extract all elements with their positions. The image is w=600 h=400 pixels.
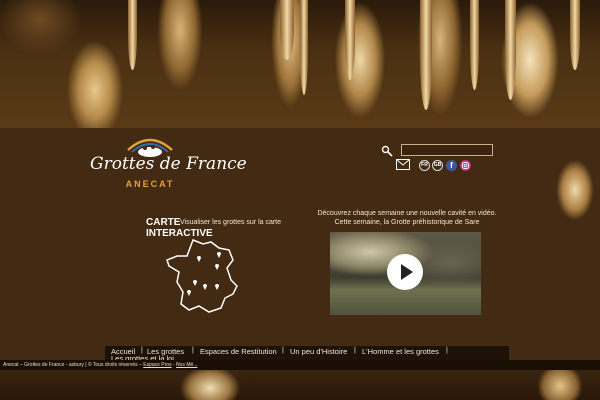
site-logo[interactable]: Grottes de France ANECAT: [90, 132, 247, 192]
nav-item-espaces-restitution[interactable]: Espaces de Restitution: [200, 347, 277, 356]
video-caption-line1: Découvrez chaque semaine une nouvelle ca…: [317, 210, 497, 217]
nav-separator: |: [282, 347, 284, 354]
instagram-icon[interactable]: [460, 160, 471, 171]
stalactite: [470, 0, 479, 90]
stalactite: [345, 0, 355, 80]
france-map-icon[interactable]: [163, 236, 243, 316]
stalactite: [128, 0, 137, 70]
logo-title: Grottes de France: [90, 154, 247, 174]
footer-copyright: Anecat – Grottes de France - asbury | © …: [3, 362, 142, 368]
cave-side-decoration: [545, 150, 600, 230]
video-caption: Découvrez chaque semaine une nouvelle ca…: [300, 209, 514, 227]
footer-link-espace-pros[interactable]: Espace Pros: [143, 362, 171, 368]
cave-header-image: [0, 0, 600, 128]
stalactite: [570, 0, 580, 70]
footer-text: Anecat – Grottes de France - asbury | © …: [3, 362, 197, 368]
stalactite: [420, 0, 432, 110]
cave-footer-image: [0, 368, 600, 400]
stalactite: [505, 0, 516, 100]
nav-separator: |: [354, 347, 356, 354]
nav-separator: |: [446, 347, 448, 354]
mail-icon[interactable]: [396, 159, 410, 170]
language-gb-button[interactable]: GB: [432, 160, 443, 171]
nav-item-homme-grottes[interactable]: L'Homme et les grottes: [362, 347, 439, 356]
facebook-icon[interactable]: f: [446, 160, 457, 171]
carte-description[interactable]: Visualiser les grottes sur la carte: [180, 219, 281, 226]
logo-subtitle: ANECAT: [125, 179, 175, 189]
play-icon[interactable]: [387, 254, 423, 290]
footer-link-nos[interactable]: Nos Mé...: [176, 362, 197, 368]
nav-item-histoire[interactable]: Un peu d'Histoire: [290, 347, 347, 356]
search-input[interactable]: [401, 144, 493, 156]
nav-separator: |: [141, 347, 143, 354]
video-caption-line2: Cette semaine, la Grotte préhistorique d…: [334, 219, 480, 226]
language-fr-button[interactable]: FR: [419, 160, 430, 171]
search-icon[interactable]: [381, 145, 393, 157]
stalactite: [280, 0, 294, 60]
stalactite: [300, 0, 308, 95]
nav-separator: |: [192, 347, 194, 354]
